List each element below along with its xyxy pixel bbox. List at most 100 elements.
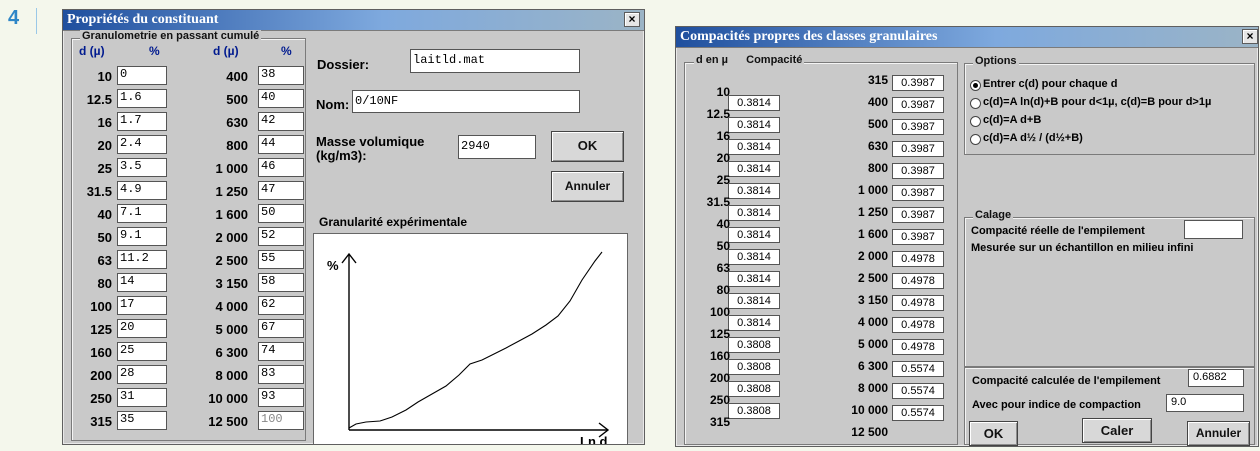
passing-percent-right[interactable]: 74 (258, 342, 304, 361)
compactness-input-right[interactable]: 0.3987 (892, 75, 944, 91)
passing-percent-left[interactable]: 9.1 (117, 227, 167, 246)
option-radio[interactable] (970, 116, 981, 127)
passing-percent-left[interactable]: 25 (117, 342, 167, 361)
cancel-button[interactable]: Annuler (551, 171, 624, 202)
compactness-input-right[interactable]: 0.3987 (892, 207, 944, 223)
compactness-input-left[interactable]: 0.3814 (728, 293, 780, 309)
passing-percent-left[interactable]: 1.6 (117, 89, 167, 108)
ok-button[interactable]: OK (551, 131, 624, 162)
computed-compactness-value: 0.6882 (1188, 369, 1244, 387)
particle-size-left: 25 (97, 161, 112, 176)
calage-input[interactable] (1184, 220, 1243, 239)
compactness-input-left[interactable]: 0.3814 (728, 271, 780, 287)
class-size-right: 400 (867, 95, 888, 109)
passing-percent-left[interactable]: 31 (117, 388, 167, 407)
passing-percent-right[interactable]: 93 (258, 388, 304, 407)
compactness-input-left[interactable]: 0.3814 (728, 183, 780, 199)
passing-percent-left[interactable]: 17 (117, 296, 167, 315)
cancel-button[interactable]: Annuler (1187, 421, 1250, 446)
compactness-input-right[interactable]: 0.3987 (892, 229, 944, 245)
option-label: c(d)=A ln(d)+B pour d<1µ, c(d)=B pour d>… (983, 96, 1212, 108)
compactness-input-left[interactable]: 0.3814 (728, 249, 780, 265)
option-radio[interactable] (970, 98, 981, 109)
passing-percent-left[interactable]: 0 (117, 66, 167, 85)
compactness-input-right[interactable]: 0.5574 (892, 383, 944, 399)
passing-percent-right[interactable]: 47 (258, 181, 304, 200)
option-label: c(d)=A d½ / (d½+B) (983, 132, 1083, 144)
passing-percent-left[interactable]: 4.9 (117, 181, 167, 200)
compactness-input-right[interactable]: 0.3987 (892, 119, 944, 135)
particle-size-left: 315 (90, 414, 112, 429)
header-d-right: d (µ) (213, 44, 239, 58)
compactness-input-right[interactable]: 0.5574 (892, 405, 944, 421)
caler-button[interactable]: Caler (1082, 418, 1152, 443)
option-radio[interactable] (970, 134, 981, 145)
compactness-input-left[interactable]: 0.3814 (728, 161, 780, 177)
passing-percent-right[interactable]: 55 (258, 250, 304, 269)
passing-percent-right[interactable]: 83 (258, 365, 304, 384)
ok-button[interactable]: OK (969, 421, 1018, 446)
y-axis-label: % (327, 258, 339, 273)
passing-percent-right[interactable]: 67 (258, 319, 304, 338)
close-icon[interactable]: × (1242, 29, 1258, 44)
compactness-input-left[interactable]: 0.3808 (728, 403, 780, 419)
passing-percent-left[interactable]: 3.5 (117, 158, 167, 177)
passing-percent-right[interactable]: 58 (258, 273, 304, 292)
passing-percent-left[interactable]: 11.2 (117, 250, 167, 269)
compactness-input-left[interactable]: 0.3814 (728, 95, 780, 111)
name-input[interactable]: 0/10NF (352, 90, 580, 113)
class-size-left: 63 (716, 261, 730, 275)
passing-percent-right[interactable]: 100 (258, 411, 304, 430)
passing-percent-left[interactable]: 35 (117, 411, 167, 430)
compaction-index-value: 9.0 (1166, 394, 1244, 412)
compactness-input-left[interactable]: 0.3814 (728, 117, 780, 133)
passing-percent-right[interactable]: 52 (258, 227, 304, 246)
compactness-input-right[interactable]: 0.3987 (892, 97, 944, 113)
compactness-title: Compacités propres des classes granulair… (680, 29, 938, 44)
compactness-input-left[interactable]: 0.3808 (728, 381, 780, 397)
page-marker-divider (36, 8, 37, 34)
passing-percent-left[interactable]: 7.1 (117, 204, 167, 223)
compactness-input-left[interactable]: 0.3814 (728, 139, 780, 155)
compactness-input-left[interactable]: 0.3808 (728, 359, 780, 375)
particle-size-right: 10 000 (208, 391, 248, 406)
passing-percent-right[interactable]: 40 (258, 89, 304, 108)
calage-line-2: Mesurée sur un échantillon en milieu inf… (971, 242, 1194, 254)
close-icon[interactable]: × (624, 12, 640, 27)
compactness-input-right[interactable]: 0.4978 (892, 339, 944, 355)
passing-percent-right[interactable]: 46 (258, 158, 304, 177)
compactness-input-right[interactable]: 0.3987 (892, 185, 944, 201)
passing-percent-right[interactable]: 50 (258, 204, 304, 223)
option-radio[interactable] (970, 80, 981, 91)
passing-percent-left[interactable]: 1.7 (117, 112, 167, 131)
class-size-right: 1 600 (857, 227, 888, 241)
properties-title: Propriétés du constituant (67, 12, 219, 27)
passing-percent-left[interactable]: 14 (117, 273, 167, 292)
mass-label-line1: Masse volumique (316, 134, 425, 149)
class-size-left: 200 (709, 371, 730, 385)
compactness-input-left[interactable]: 0.3814 (728, 227, 780, 243)
passing-percent-left[interactable]: 2.4 (117, 135, 167, 154)
passing-percent-right[interactable]: 42 (258, 112, 304, 131)
compactness-input-right[interactable]: 0.3987 (892, 141, 944, 157)
folder-input[interactable]: laitld.mat (410, 49, 580, 73)
compactness-input-left[interactable]: 0.3808 (728, 337, 780, 353)
compactness-input-left[interactable]: 0.3814 (728, 315, 780, 331)
computed-compactness-label: Compacité calculée de l'empilement (972, 375, 1161, 387)
particle-size-right: 2 000 (215, 230, 248, 245)
compactness-input-right[interactable]: 0.3987 (892, 163, 944, 179)
name-label: Nom: (316, 97, 350, 112)
compactness-input-right[interactable]: 0.4978 (892, 317, 944, 333)
class-size-right: 10 000 (851, 403, 888, 417)
compactness-input-right[interactable]: 0.5574 (892, 361, 944, 377)
passing-percent-left[interactable]: 20 (117, 319, 167, 338)
passing-percent-right[interactable]: 62 (258, 296, 304, 315)
passing-percent-right[interactable]: 44 (258, 135, 304, 154)
compactness-input-right[interactable]: 0.4978 (892, 295, 944, 311)
compactness-input-right[interactable]: 0.4978 (892, 273, 944, 289)
compactness-input-right[interactable]: 0.4978 (892, 251, 944, 267)
passing-percent-right[interactable]: 38 (258, 66, 304, 85)
compactness-input-left[interactable]: 0.3814 (728, 205, 780, 221)
passing-percent-left[interactable]: 28 (117, 365, 167, 384)
mass-input[interactable]: 2940 (458, 135, 536, 159)
